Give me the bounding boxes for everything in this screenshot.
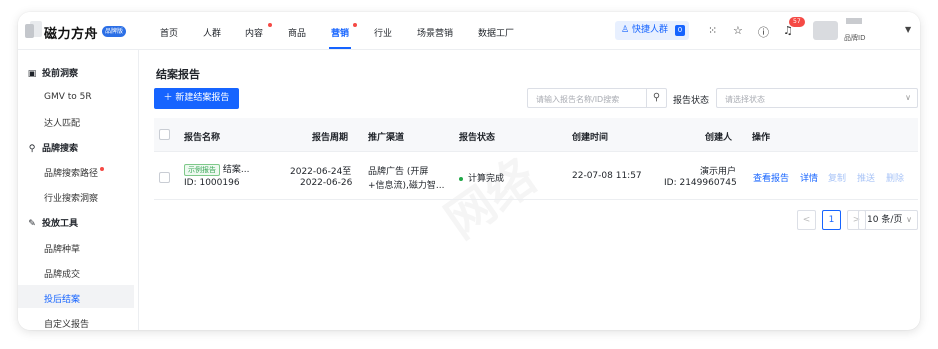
nav-crowd[interactable]: 人群 [203, 26, 221, 39]
search-icon: ⚲ [28, 144, 36, 154]
sidebar-group-label: 投放工具 [42, 219, 79, 229]
table-header: 报告名称 报告周期 推广渠道 报告状态 创建时间 创建人 操作 [154, 118, 918, 152]
nav-marketing-dot [353, 23, 357, 27]
push-link[interactable]: 推送 [857, 171, 875, 184]
status-filter-label: 报告状态 [673, 96, 710, 106]
col-created-at: 创建时间 [572, 133, 609, 143]
sidebar-group-label: 品牌搜索 [42, 144, 79, 154]
sidebar: ▣ 投前洞察 GMV to 5R 达人匹配 ⚲ 品牌搜索 品牌搜索路径 行业搜索洞察… [18, 50, 139, 330]
delete-link[interactable]: 删除 [886, 171, 904, 184]
col-creator: 创建人 [705, 133, 733, 143]
details-link[interactable]: 详情 [800, 171, 818, 184]
nav-home[interactable]: 首页 [160, 26, 178, 39]
view-report-link[interactable]: 查看报告 [753, 171, 789, 184]
sidebar-item-search-path[interactable]: 品牌搜索路径 [44, 166, 98, 179]
sidebar-group-label: 投前洞察 [42, 69, 79, 79]
nav-goods[interactable]: 商品 [288, 26, 306, 39]
status-placeholder: 请选择状态 [725, 95, 765, 104]
period-start: 2022-06-24至 [290, 167, 352, 177]
sidebar-group-insight[interactable]: ▣ 投前洞察 [26, 66, 78, 79]
sidebar-item-brand-deal[interactable]: 品牌成交 [44, 267, 80, 280]
nav-active-indicator [329, 47, 351, 49]
report-id: ID: 1000196 [184, 178, 240, 188]
search-placeholder: 请输入报告名称/ID搜索 [536, 95, 620, 104]
help-icon[interactable]: ⓘ [758, 24, 769, 40]
top-navigation: 磁力方舟 品牌版 首页 人群 内容 商品 营销 行业 场景营销 数据工厂 ♙ 快… [18, 12, 920, 50]
nav-industry[interactable]: 行业 [374, 26, 392, 39]
channel-line2: +信息流),磁力智... [368, 181, 445, 191]
chevron-down-icon: ∨ [905, 93, 911, 102]
notification-count: 57 [789, 17, 805, 27]
pagination-page-1[interactable]: 1 [822, 210, 841, 230]
table-row: 示例报告 结案... ID: 1000196 2022-06-24至 2022-… [154, 152, 918, 200]
chevron-down-icon: ∨ [906, 215, 912, 224]
account-id-label: 品牌ID [844, 34, 866, 42]
row-checkbox[interactable] [159, 172, 170, 183]
col-channel: 推广渠道 [368, 133, 405, 143]
nav-data-factory[interactable]: 数据工厂 [478, 26, 514, 39]
new-report-label: 新建结案报告 [175, 93, 230, 103]
sidebar-group-brand-search[interactable]: ⚲ 品牌搜索 [26, 141, 78, 154]
new-report-button[interactable]: ＋ 新建结案报告 [154, 88, 239, 109]
nav-scene-marketing[interactable]: 场景营销 [417, 26, 453, 39]
page-size-select[interactable]: 10 条/页 ∨ [858, 210, 918, 230]
plus-icon: ＋ [163, 93, 176, 103]
status-success-dot [459, 176, 463, 181]
report-name: 结案... [222, 165, 250, 175]
col-status: 报告状态 [459, 133, 496, 143]
app-logo-icon [25, 21, 45, 41]
search-input[interactable]: 请输入报告名称/ID搜索 ⚲ [527, 88, 667, 108]
sidebar-item-talent-match[interactable]: 达人匹配 [44, 116, 80, 129]
sidebar-item-brand-seeding[interactable]: 品牌种草 [44, 242, 80, 255]
col-period: 报告周期 [312, 133, 349, 143]
star-icon[interactable]: ☆ [733, 24, 743, 37]
quick-crowd-label: 快捷人群 [631, 25, 668, 35]
page-size-label: 10 条/页 [867, 215, 903, 225]
wrench-icon: ✎ [28, 219, 36, 229]
sidebar-item-post-case[interactable]: 投后结案 [44, 292, 80, 305]
nav-marketing[interactable]: 营销 [331, 26, 349, 39]
search-icon[interactable]: ⚲ [646, 89, 666, 107]
nav-content-dot [268, 23, 272, 27]
copy-link[interactable]: 复制 [828, 171, 846, 184]
sidebar-group-ad-tools[interactable]: ✎ 投放工具 [26, 216, 78, 229]
sidebar-search-path-dot [100, 167, 104, 171]
sample-tag: 示例报告 [184, 164, 220, 176]
status-cell: 计算完成 [459, 171, 504, 184]
col-actions: 操作 [752, 133, 771, 143]
select-all-checkbox[interactable] [159, 129, 170, 140]
apps-grid-icon[interactable]: ⁙ [708, 24, 717, 37]
account-name-redacted [846, 18, 862, 24]
created-at: 22-07-08 11:57 [572, 171, 642, 181]
monitor-icon: ▣ [27, 69, 37, 79]
status-text: 计算完成 [468, 174, 505, 184]
quick-crowd-button[interactable]: ♙ 快捷人群 0 [615, 21, 689, 40]
app-name: 磁力方舟 [44, 27, 99, 42]
channel-line1: 品牌广告 (开屏 [368, 167, 429, 177]
pagination-prev[interactable]: < [797, 210, 816, 230]
creator-id: ID: 2149960745 [664, 178, 737, 188]
sidebar-item-gmv-to-5r[interactable]: GMV to 5R [44, 92, 92, 102]
chevron-down-icon[interactable]: ▼ [905, 25, 911, 34]
sidebar-item-industry-search[interactable]: 行业搜索洞察 [44, 191, 98, 204]
quick-crowd-count: 0 [675, 25, 685, 36]
edition-badge: 品牌版 [102, 26, 127, 37]
creator-name: 演示用户 [700, 167, 737, 177]
col-report-name: 报告名称 [184, 133, 221, 143]
status-select[interactable]: 请选择状态 ∨ [716, 88, 918, 108]
page-title: 结案报告 [156, 68, 200, 81]
period-end: 2022-06-26 [300, 178, 353, 188]
app-window: 磁力方舟 品牌版 首页 人群 内容 商品 营销 行业 场景营销 数据工厂 ♙ 快… [18, 12, 920, 330]
sidebar-item-custom-report[interactable]: 自定义报告 [44, 317, 89, 330]
nav-content[interactable]: 内容 [245, 26, 263, 39]
report-name-cell[interactable]: 示例报告 结案... [184, 162, 249, 176]
avatar[interactable] [813, 21, 838, 40]
main-content: 网络 结案报告 ＋ 新建结案报告 请输入报告名称/ID搜索 ⚲ 报告状态 请选择… [140, 50, 920, 330]
user-icon: ♙ [621, 25, 630, 35]
